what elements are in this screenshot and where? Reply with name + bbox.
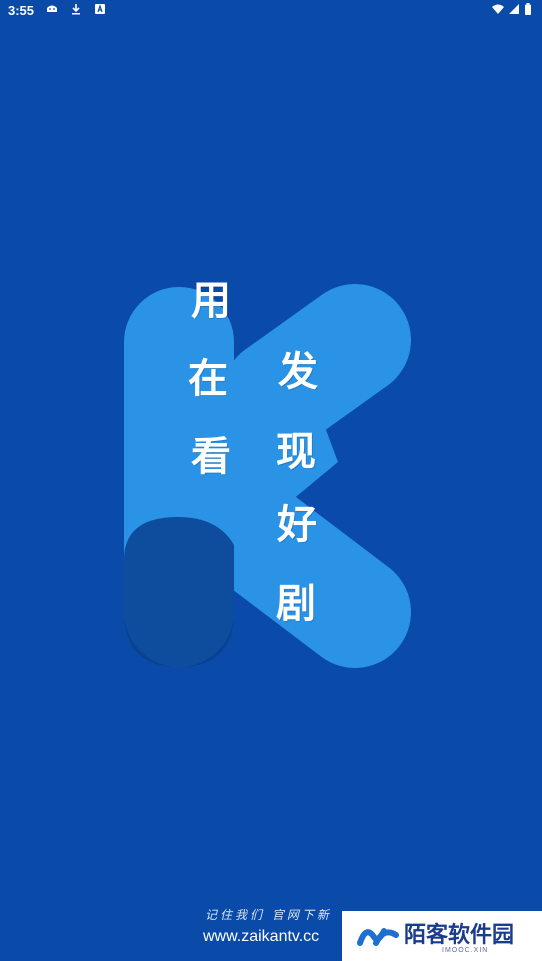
k-inner-shadow-shape: [124, 517, 234, 667]
slogan-char-1: 用: [191, 277, 231, 324]
slogan-char-3: 看: [191, 433, 231, 480]
watermark-badge: 陌客软件园 IMOOC.XIN: [342, 911, 542, 961]
slogan-char-6: 好: [277, 501, 317, 548]
splash-k-logo: [124, 284, 411, 668]
watermark-logo-icon: [357, 928, 399, 946]
slogan-char-7: 剧: [276, 580, 316, 627]
footer-slogan: 记住我们 官网下新: [205, 908, 332, 922]
slogan-char-4: 发: [278, 348, 318, 395]
slogan-char-5: 现: [276, 428, 316, 475]
footer-url: www.zaikantv.cc: [203, 928, 320, 945]
watermark-title: 陌客软件园: [404, 922, 515, 948]
slogan-char-2: 在: [188, 355, 228, 402]
watermark-subtitle: IMOOC.XIN: [442, 947, 489, 954]
